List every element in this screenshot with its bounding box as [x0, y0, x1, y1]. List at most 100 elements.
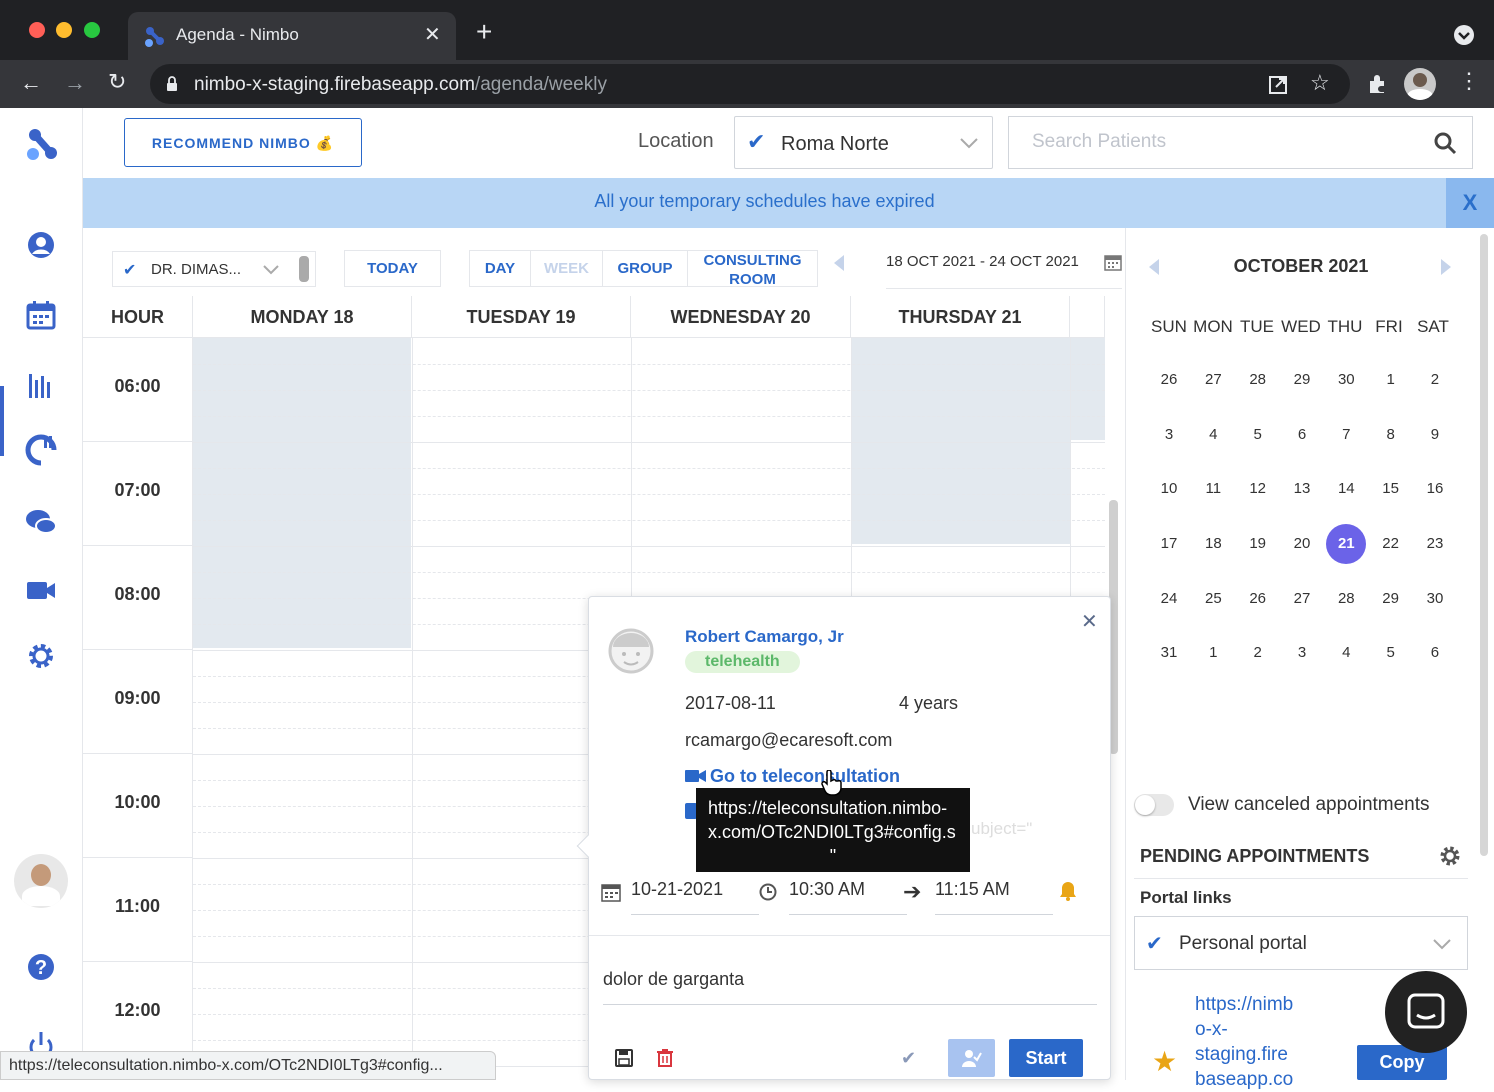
doctor-select[interactable]: ✔ DR. DIMAS...: [112, 251, 316, 287]
agenda-calendar-icon[interactable]: [24, 298, 58, 332]
calendar-day[interactable]: 23: [1415, 524, 1455, 564]
day-header-wednesday[interactable]: WEDNESDAY 20: [631, 296, 851, 338]
reports-bars-icon[interactable]: [24, 368, 58, 402]
day-header-thursday[interactable]: THURSDAY 21: [851, 296, 1070, 338]
calendar-day[interactable]: 8: [1371, 415, 1411, 455]
calendar-day[interactable]: 3: [1149, 415, 1189, 455]
view-week-button[interactable]: WEEK: [530, 250, 603, 287]
chat-bubbles-icon[interactable]: [24, 505, 58, 539]
banner-close-button[interactable]: X: [1446, 178, 1494, 228]
calendar-day[interactable]: 20: [1282, 524, 1322, 564]
view-consulting-room-button[interactable]: CONSULTING ROOM: [687, 250, 818, 288]
go-to-teleconsultation-link[interactable]: Go to teleconsultation: [710, 766, 900, 787]
calendar-day[interactable]: 10: [1149, 469, 1189, 509]
calendar-day[interactable]: 21: [1326, 524, 1367, 565]
help-icon[interactable]: ?: [24, 950, 58, 984]
bookmark-star-icon[interactable]: ☆: [1310, 70, 1330, 96]
search-input[interactable]: [1032, 131, 1412, 153]
date-range-picker[interactable]: 18 OCT 2021 - 24 OCT 2021: [886, 253, 1122, 289]
calendar-day[interactable]: 4: [1193, 415, 1233, 455]
new-tab-icon[interactable]: +: [476, 18, 492, 46]
chat-launcher-button[interactable]: [1385, 971, 1467, 1053]
view-group-button[interactable]: GROUP: [602, 250, 688, 287]
calendar-day[interactable]: 28: [1238, 360, 1278, 400]
calendar-day[interactable]: 5: [1371, 633, 1411, 673]
forward-icon[interactable]: →: [64, 70, 86, 96]
browser-menu-icon[interactable]: ⋮: [1458, 68, 1480, 94]
calendar-day[interactable]: 22: [1371, 524, 1411, 564]
delete-trash-icon[interactable]: [657, 1049, 673, 1067]
calendar-day[interactable]: 24: [1149, 579, 1189, 619]
view-canceled-toggle[interactable]: [1134, 794, 1174, 816]
end-time-field[interactable]: 11:15 AM: [935, 879, 1053, 915]
profile-avatar[interactable]: [1404, 68, 1436, 100]
calendar-day[interactable]: 14: [1326, 469, 1366, 509]
patient-name-link[interactable]: Robert Camargo, Jr: [685, 627, 844, 647]
calendar-day[interactable]: 2: [1415, 360, 1455, 400]
prev-week-icon[interactable]: [832, 254, 846, 272]
extensions-puzzle-icon[interactable]: [1366, 73, 1388, 95]
calendar-day[interactable]: 3: [1282, 633, 1322, 673]
day-header-tuesday[interactable]: TUESDAY 19: [412, 296, 631, 338]
calendar-day[interactable]: 6: [1415, 633, 1455, 673]
address-bar[interactable]: nimbo-x-staging.firebaseapp.com/agenda/w…: [150, 64, 1350, 104]
calendar-day[interactable]: 30: [1415, 579, 1455, 619]
pending-settings-gear-icon[interactable]: [1438, 844, 1462, 868]
close-window-dot[interactable]: [29, 22, 45, 38]
start-appointment-button[interactable]: Start: [1009, 1039, 1083, 1077]
portal-select[interactable]: ✔ Personal portal: [1134, 916, 1468, 970]
popup-close-icon[interactable]: ✕: [1081, 609, 1098, 634]
calendar-day[interactable]: 1: [1193, 633, 1233, 673]
calendar-day[interactable]: 19: [1238, 524, 1278, 564]
today-button[interactable]: TODAY: [344, 250, 441, 287]
calendar-day[interactable]: 29: [1282, 360, 1322, 400]
tab-close-icon[interactable]: ✕: [424, 22, 441, 47]
calendar-day[interactable]: 30: [1326, 360, 1366, 400]
open-in-window-icon[interactable]: [1268, 75, 1288, 95]
maximize-window-dot[interactable]: [84, 22, 100, 38]
checkin-user-button[interactable]: [948, 1039, 995, 1077]
analytics-dial-icon[interactable]: [24, 433, 58, 467]
calendar-day[interactable]: 12: [1238, 469, 1278, 509]
calendar-day[interactable]: 13: [1282, 469, 1322, 509]
calendar-day[interactable]: 29: [1371, 579, 1411, 619]
day-header-friday-partial[interactable]: [1070, 296, 1105, 338]
minimize-window-dot[interactable]: [56, 22, 72, 38]
reload-icon[interactable]: ↻: [108, 69, 126, 95]
appointment-date-field[interactable]: 10-21-2021: [631, 879, 759, 915]
calendar-day[interactable]: 6: [1282, 415, 1322, 455]
star-icon[interactable]: ★: [1152, 1048, 1177, 1076]
confirm-check-icon[interactable]: ✔: [901, 1048, 916, 1069]
doctor-select-scroll[interactable]: [299, 256, 309, 282]
calendar-day[interactable]: 7: [1326, 415, 1366, 455]
calendar-day[interactable]: 4: [1326, 633, 1366, 673]
reason-field[interactable]: dolor de garganta: [603, 969, 1097, 1005]
calendar-day[interactable]: 27: [1282, 579, 1322, 619]
tab-search-icon[interactable]: [1453, 24, 1475, 46]
calendar-day[interactable]: 31: [1149, 633, 1189, 673]
calendar-day[interactable]: 5: [1238, 415, 1278, 455]
right-panel-scrollbar[interactable]: [1480, 234, 1488, 856]
calendar-day[interactable]: 16: [1415, 469, 1455, 509]
calendar-day[interactable]: 27: [1193, 360, 1233, 400]
recommend-nimbo-button[interactable]: RECOMMEND NIMBO 💰: [124, 118, 362, 167]
user-avatar[interactable]: [14, 854, 68, 908]
nimbo-logo-icon[interactable]: [22, 126, 60, 164]
calendar-day[interactable]: 26: [1149, 360, 1189, 400]
video-camera-icon[interactable]: [24, 573, 58, 607]
calendar-day[interactable]: 15: [1371, 469, 1411, 509]
calendar-day[interactable]: 11: [1193, 469, 1233, 509]
view-day-button[interactable]: DAY: [469, 250, 531, 287]
settings-gear-icon[interactable]: [24, 639, 58, 673]
portal-url-link[interactable]: https://nimb o-x- staging.fire baseapp.c…: [1195, 992, 1293, 1092]
next-month-icon[interactable]: [1440, 258, 1452, 276]
calendar-day[interactable]: 26: [1238, 579, 1278, 619]
calendar-day[interactable]: 9: [1415, 415, 1455, 455]
calendar-day[interactable]: 1: [1371, 360, 1411, 400]
patients-icon[interactable]: [24, 228, 58, 262]
back-icon[interactable]: ←: [20, 70, 42, 96]
calendar-day[interactable]: 17: [1149, 524, 1189, 564]
calendar-day[interactable]: 2: [1238, 633, 1278, 673]
calendar-day[interactable]: 28: [1326, 579, 1366, 619]
search-icon[interactable]: [1433, 131, 1457, 155]
